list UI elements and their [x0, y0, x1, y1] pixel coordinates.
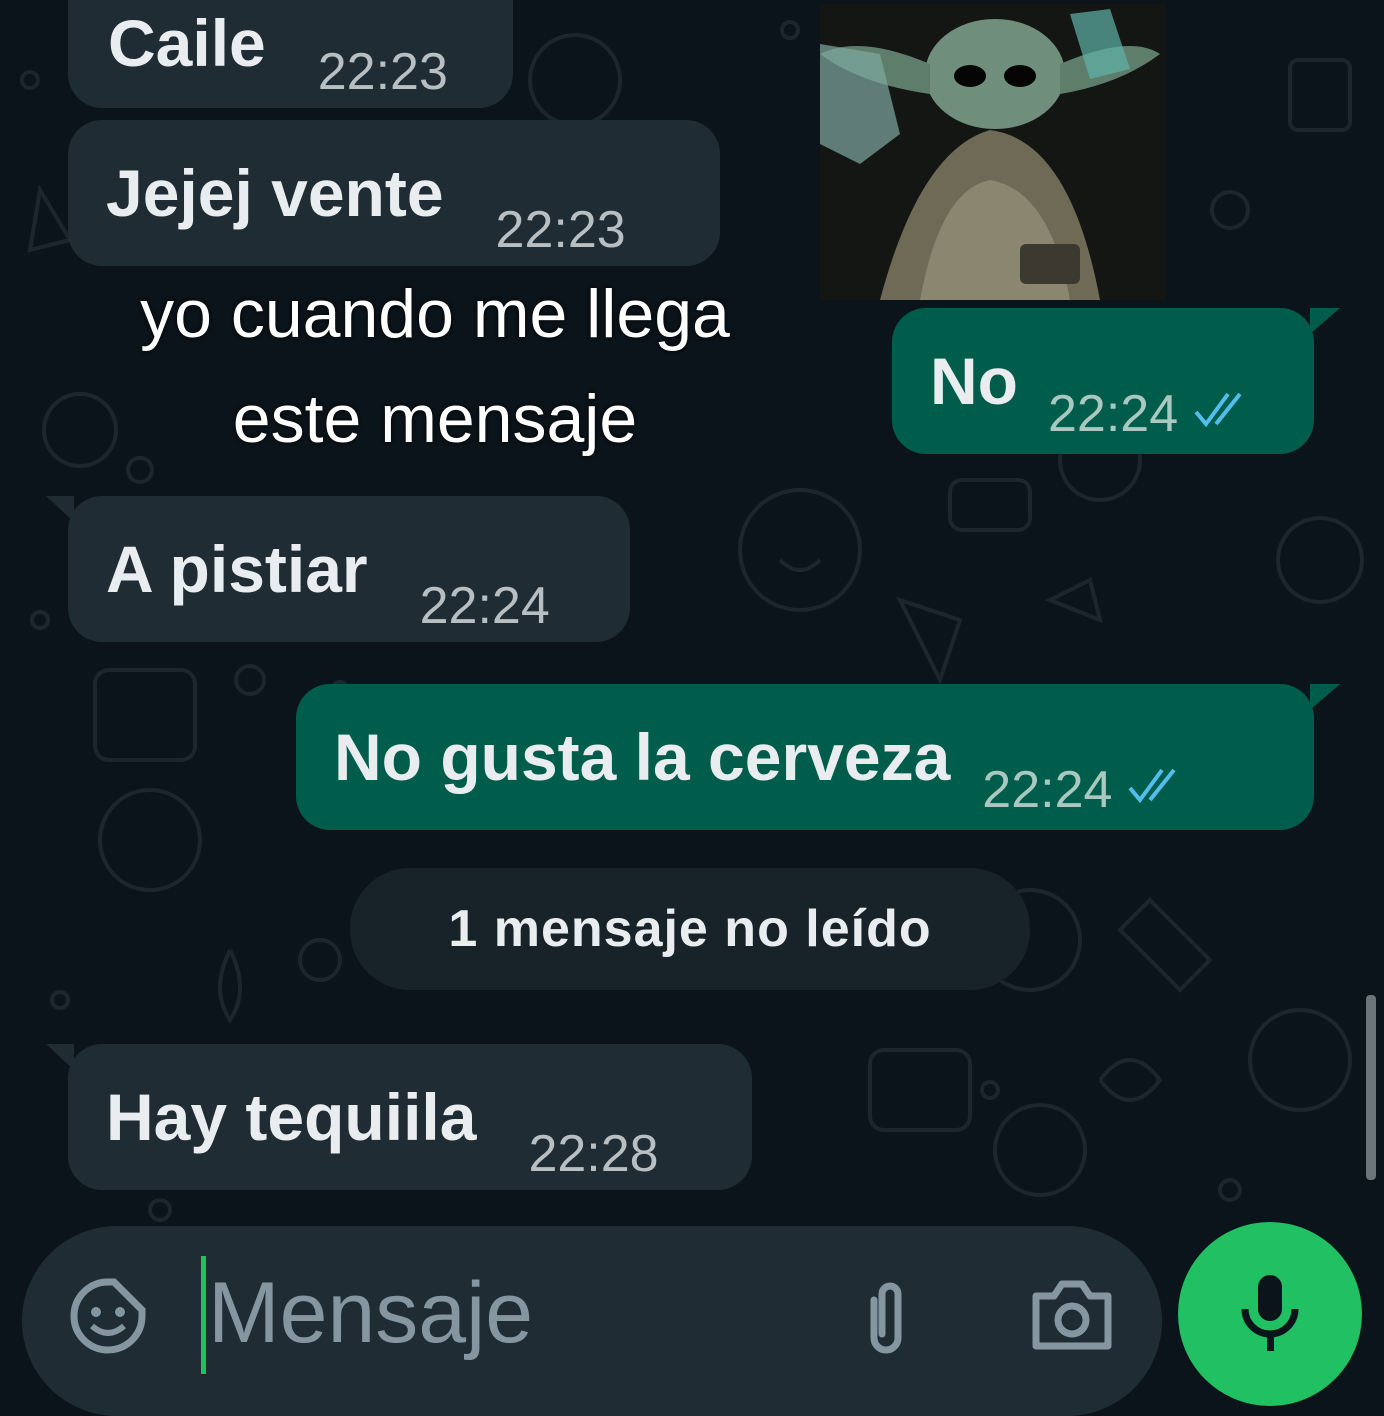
message-time: 22:24 — [419, 577, 550, 635]
message-time: 22:28 — [528, 1125, 659, 1183]
caption-line: este mensaje — [232, 381, 638, 458]
message-input[interactable]: Mensaje — [208, 1270, 533, 1356]
message-text: Hay tequiila — [106, 1080, 477, 1154]
bubble-tail — [1310, 684, 1340, 710]
message-text: No gusta la cerveza — [334, 720, 951, 794]
message-composer — [22, 1226, 1162, 1416]
double-check-read-icon — [1128, 768, 1176, 804]
incoming-message[interactable]: Hay tequiila 22:28 — [46, 1044, 752, 1190]
incoming-message[interactable]: A pistiar 22:24 — [46, 496, 630, 642]
paperclip-icon[interactable] — [858, 1280, 914, 1360]
bubble-tail — [46, 1044, 74, 1070]
message-text: Jejej vente — [106, 156, 444, 230]
message-time: 22:23 — [317, 43, 448, 101]
sticker-caption: yo cuando me llega este mensaje — [70, 262, 800, 473]
outgoing-message[interactable]: No 22:24 — [892, 308, 1340, 454]
bubble-tail — [1310, 308, 1340, 334]
message-text: A pistiar — [106, 532, 368, 606]
outgoing-message[interactable]: No gusta la cerveza 22:24 — [296, 684, 1340, 830]
incoming-message[interactable]: Jejej vente 22:23 — [68, 120, 720, 266]
double-check-read-icon — [1194, 392, 1242, 428]
sticker-image[interactable] — [820, 4, 1166, 300]
message-text: Caile — [108, 6, 266, 80]
camera-icon[interactable] — [1030, 1278, 1114, 1352]
sticker-smiley-icon[interactable] — [68, 1276, 148, 1356]
message-time: 22:24 — [1047, 385, 1179, 443]
voice-record-button[interactable] — [1178, 1222, 1362, 1406]
baby-yoda-sticker-icon — [820, 4, 1166, 300]
text-cursor — [201, 1256, 206, 1374]
message-time: 22:23 — [495, 201, 626, 259]
scrollbar[interactable] — [1366, 995, 1376, 1180]
microphone-icon — [1241, 1275, 1299, 1351]
bubble-tail — [46, 496, 74, 522]
message-text: No — [930, 344, 1018, 418]
message-time: 22:24 — [982, 761, 1113, 819]
unread-messages-divider: 1 mensaje no leído — [350, 868, 1030, 990]
caption-line: yo cuando me llega — [140, 276, 730, 352]
incoming-message[interactable]: Caile 22:23 — [68, 0, 513, 108]
